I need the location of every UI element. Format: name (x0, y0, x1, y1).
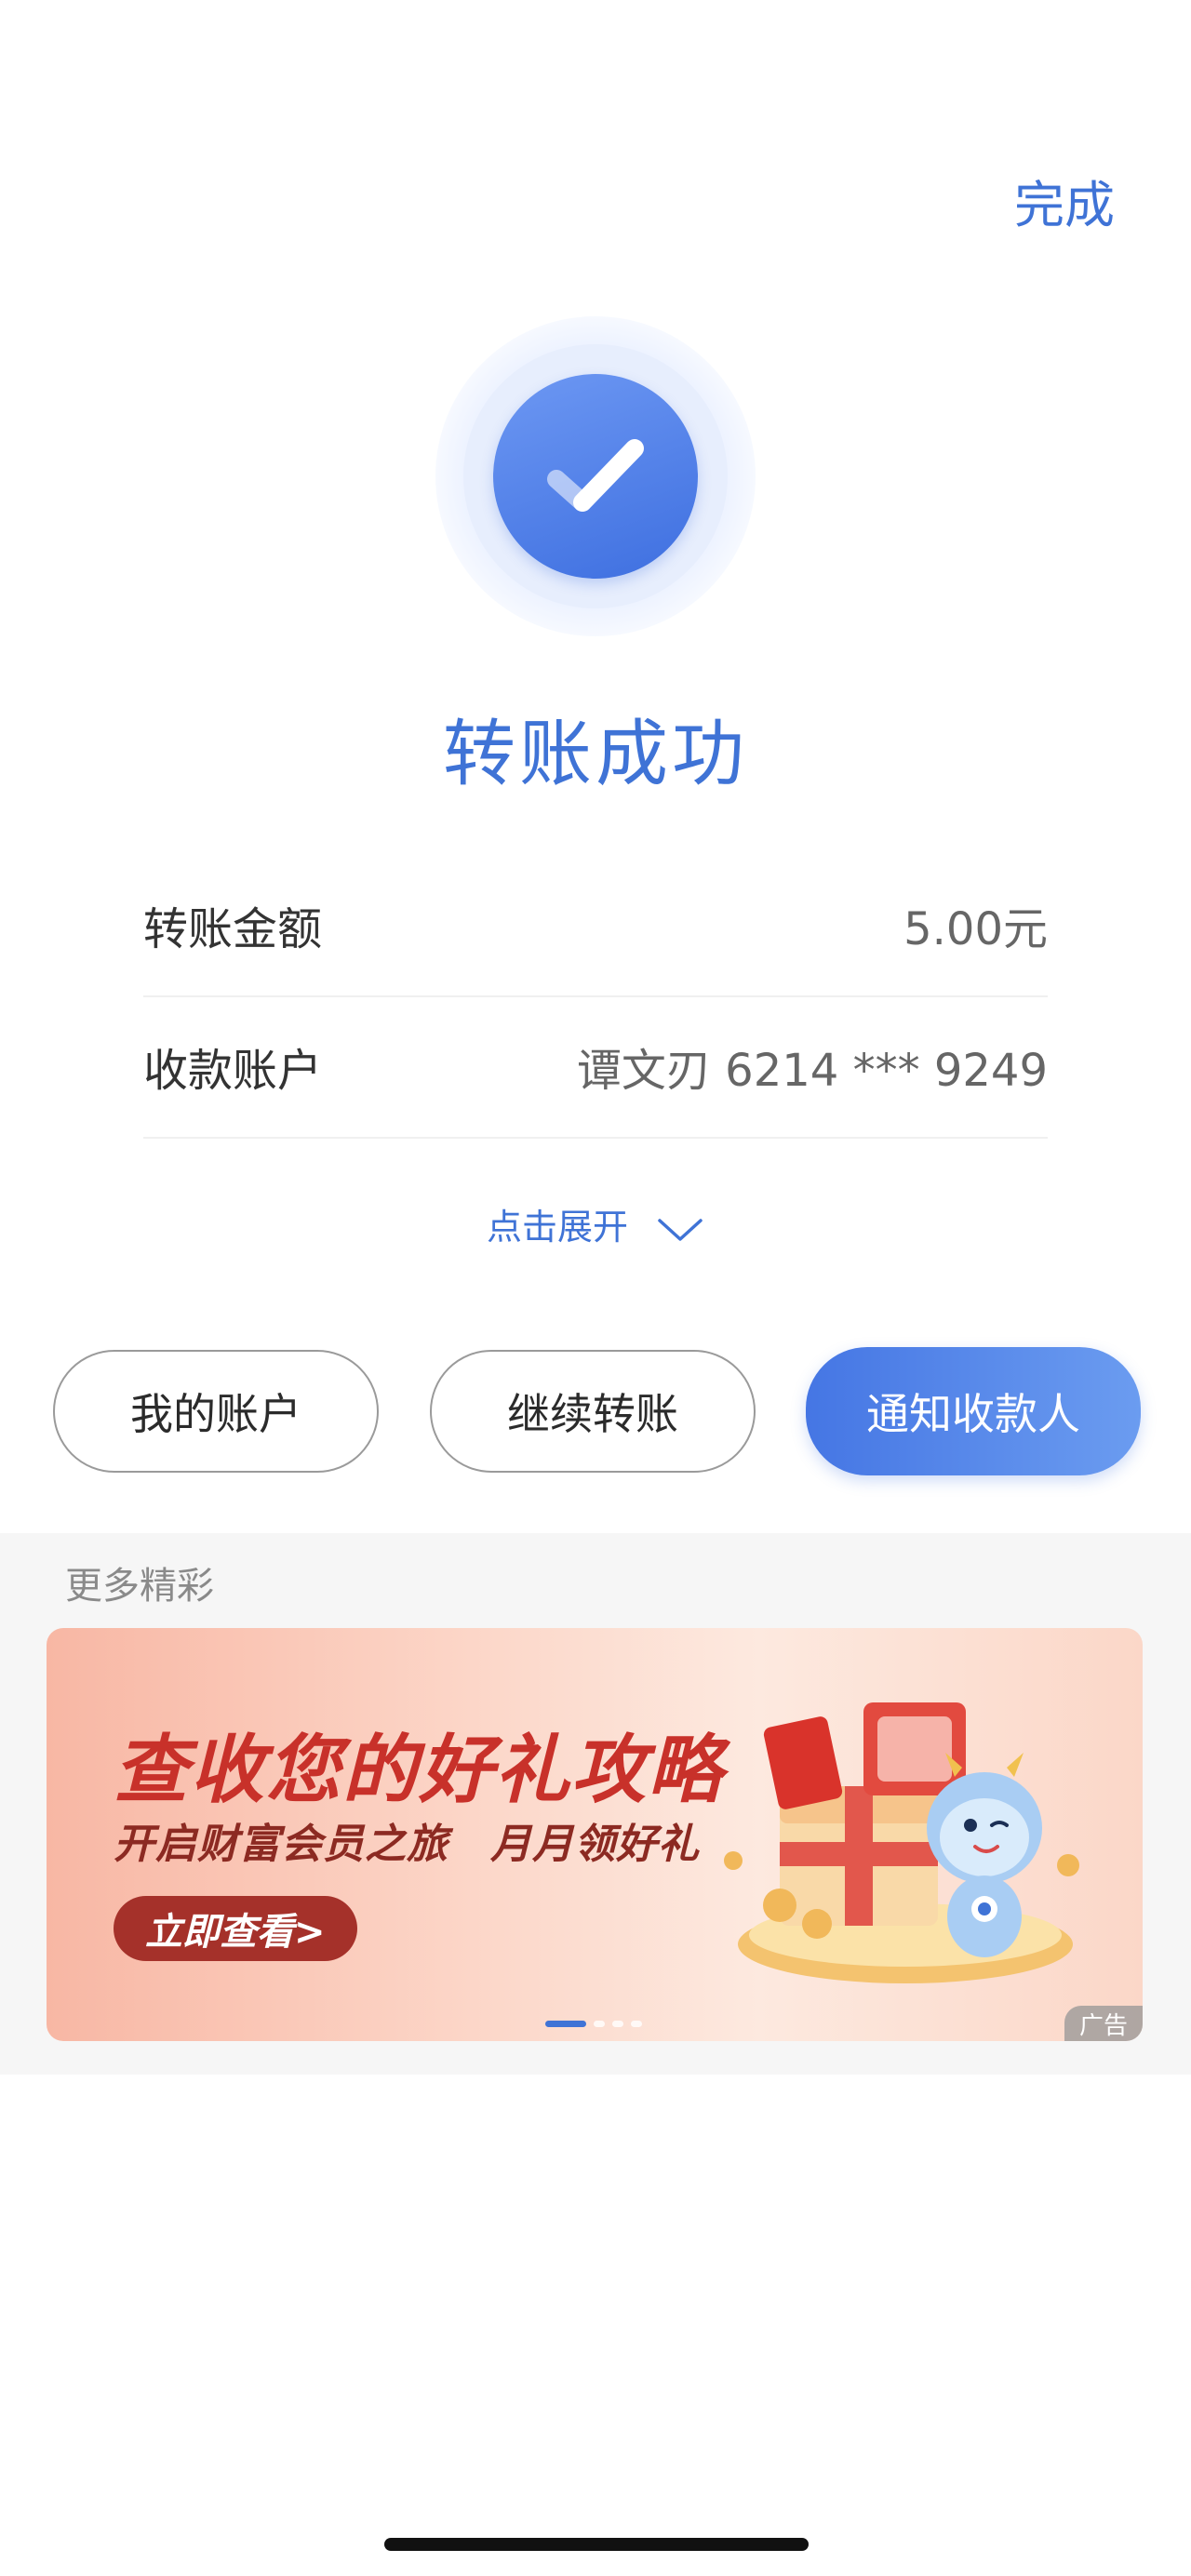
amount-value: 5.00元 (903, 903, 1048, 955)
amount-row: 转账金额 5.00元 (143, 854, 1048, 997)
expand-details-button[interactable]: 点击展开 (0, 1198, 1191, 1249)
continue-transfer-button[interactable]: 继续转账 (430, 1350, 756, 1473)
payee-account-value: 谭文刃 6214 *** 9249 (576, 1045, 1048, 1097)
expand-label: 点击展开 (486, 1207, 628, 1248)
payee-account-label: 收款账户 (143, 1045, 323, 1097)
chevron-down-icon (658, 1218, 703, 1241)
my-account-button[interactable]: 我的账户 (53, 1350, 379, 1473)
gift-chest-mascot-image (724, 1702, 1079, 1983)
payee-account-row: 收款账户 谭文刃 6214 *** 9249 (143, 995, 1048, 1139)
ad-tag: 广告 (1064, 2006, 1143, 2041)
pagination-dot-active (545, 2021, 586, 2027)
home-indicator[interactable] (384, 2538, 809, 2551)
banner-pagination (545, 2021, 642, 2027)
done-button[interactable]: 完成 (1014, 164, 1115, 237)
banner-subline: 开启财富会员之旅 月月领好礼 (114, 1821, 700, 1868)
pagination-dot (612, 2021, 623, 2027)
promo-banner[interactable]: 查收您的好礼攻略 开启财富会员之旅 月月领好礼 立即查看> 广告 (47, 1628, 1143, 2041)
banner-headline: 查收您的好礼攻略 (114, 1727, 724, 1813)
pagination-dot (594, 2021, 605, 2027)
banner-cta-button[interactable]: 立即查看> (114, 1896, 357, 1961)
checkmark-circle-icon (435, 316, 756, 636)
transfer-success-page: 完成 转账成功 转账金额 5.00元 收款账户 谭文刃 6214 *** 924… (0, 0, 1191, 2576)
more-section-title: 更多精彩 (65, 1565, 214, 1608)
pagination-dot (631, 2021, 642, 2027)
success-title: 转账成功 (442, 713, 748, 796)
amount-label: 转账金额 (143, 903, 323, 955)
notify-payee-button[interactable]: 通知收款人 (806, 1347, 1141, 1475)
